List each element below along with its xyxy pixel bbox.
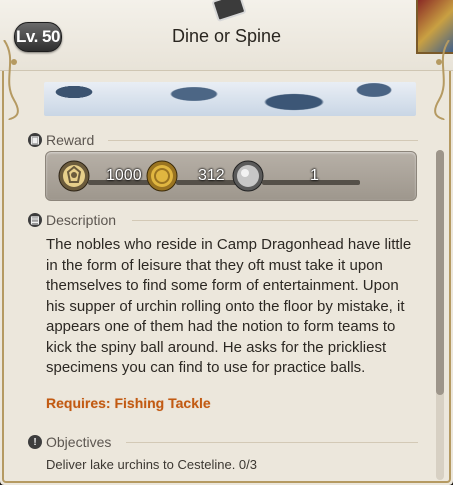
reward-value-experience: 1000 bbox=[106, 167, 142, 184]
quest-tab-icon[interactable] bbox=[211, 0, 247, 23]
reward-item-seal[interactable]: 1 bbox=[232, 160, 360, 192]
quest-window: Lv. 50 Dine or Spine ▣ Reward 1000 312 1… bbox=[0, 0, 453, 485]
scrollbar[interactable] bbox=[436, 150, 444, 480]
seal-coin-icon bbox=[232, 160, 264, 192]
quest-banner-image bbox=[44, 82, 416, 116]
reward-value-gil: 312 bbox=[198, 167, 225, 184]
experience-icon bbox=[58, 160, 90, 192]
reward-divider bbox=[108, 140, 418, 141]
reward-heading-label: Reward bbox=[46, 132, 95, 148]
reward-value-seal: 1 bbox=[310, 167, 319, 184]
scrollbar-thumb[interactable] bbox=[436, 150, 444, 395]
requirement-text: Requires: Fishing Tackle bbox=[46, 395, 211, 411]
objectives-divider bbox=[126, 442, 418, 443]
reward-section-icon: ▣ bbox=[28, 133, 42, 147]
gil-coin-icon bbox=[146, 160, 178, 192]
objective-item: Deliver lake urchins to Cesteline. 0/3 bbox=[46, 457, 257, 472]
quest-description: The nobles who reside in Camp Dragonhead… bbox=[46, 236, 412, 376]
corner-ornament-icon bbox=[416, 0, 453, 54]
reward-heading: ▣ Reward bbox=[28, 132, 94, 148]
exclamation-icon: ! bbox=[28, 435, 42, 449]
objectives-heading: ! Objectives bbox=[28, 434, 111, 450]
reward-box: 1000 312 1 bbox=[45, 151, 417, 201]
book-icon: ▤ bbox=[28, 213, 42, 227]
description-divider bbox=[132, 220, 418, 221]
quest-header: Lv. 50 Dine or Spine bbox=[0, 0, 453, 71]
objectives-heading-label: Objectives bbox=[46, 434, 112, 450]
description-heading: ▤ Description bbox=[28, 212, 116, 228]
quest-title: Dine or Spine bbox=[171, 26, 282, 46]
description-heading-label: Description bbox=[46, 212, 117, 228]
